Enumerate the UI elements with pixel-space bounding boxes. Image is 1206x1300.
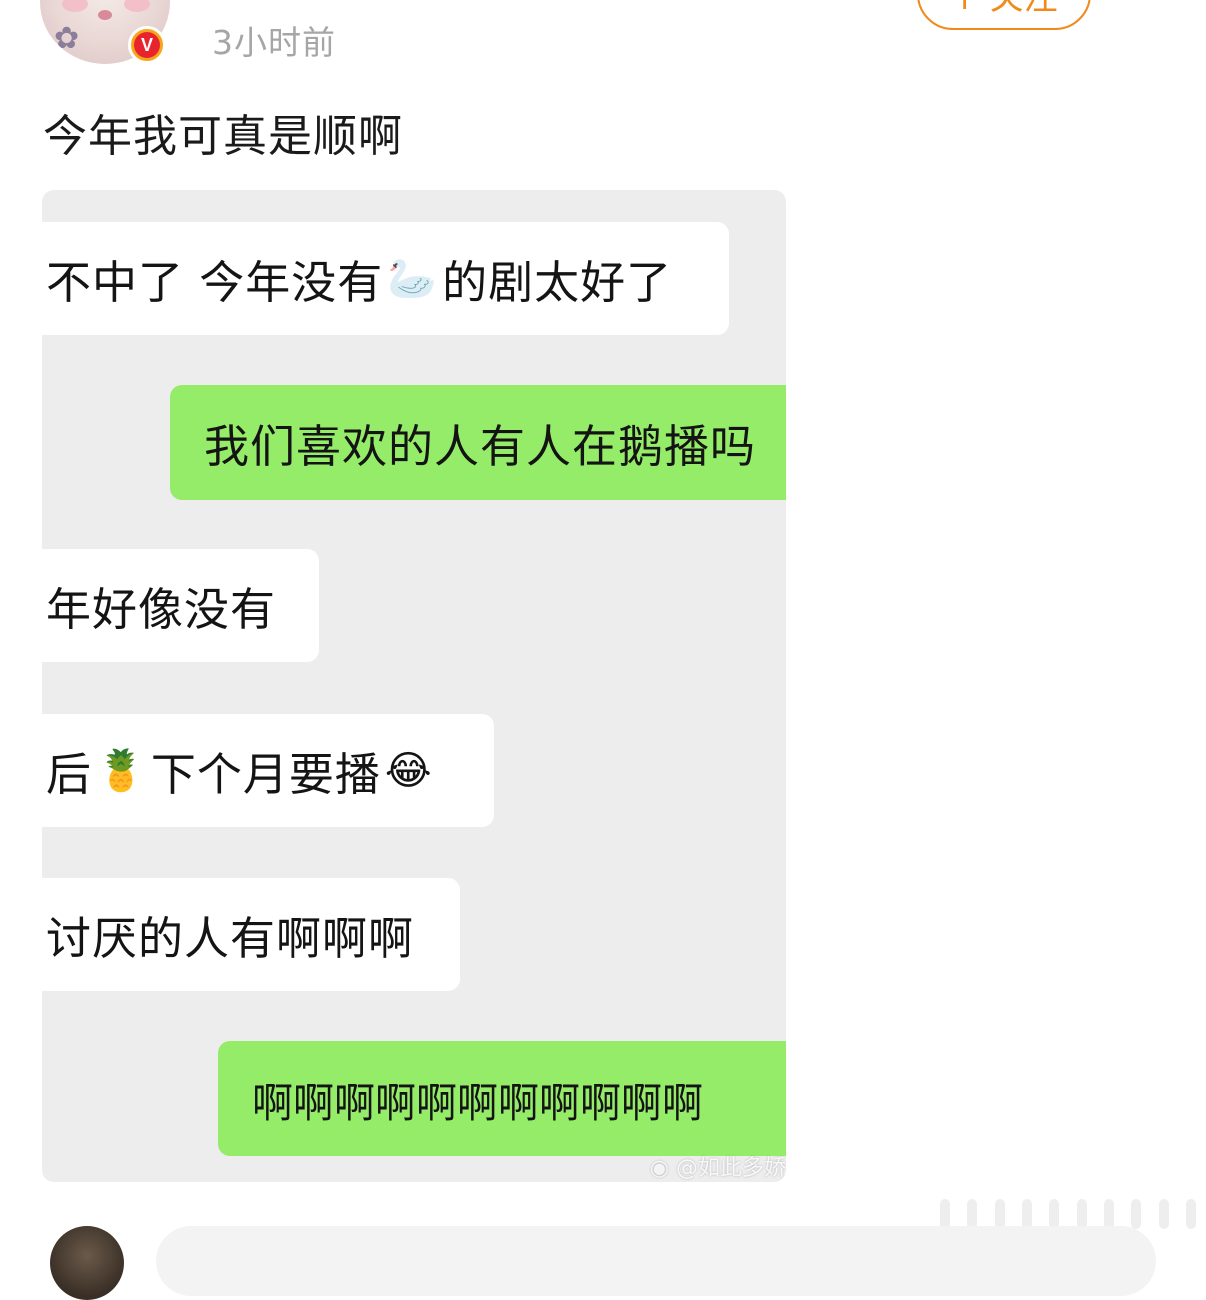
pager-dot	[940, 1199, 950, 1229]
message-text: 啊啊啊啊啊啊啊啊啊啊啊	[252, 1078, 703, 1127]
avatar-cheek-left	[62, 0, 88, 12]
message-text: 我们喜欢的人有人在鹅播吗	[204, 420, 757, 473]
comment-input-bar[interactable]	[156, 1226, 1156, 1296]
pager-dot	[1158, 1199, 1169, 1229]
message-text: 的剧太好了	[442, 256, 673, 309]
message-text: 不中了 今年没有	[46, 256, 384, 309]
message-text: 讨厌的人有啊啊啊	[46, 912, 415, 965]
chat-message-incoming: 讨厌的人有啊啊啊	[42, 878, 460, 991]
pineapple-emoji-icon: 🍍	[96, 747, 147, 794]
chat-message-outgoing: 啊啊啊啊啊啊啊啊啊啊啊	[218, 1041, 786, 1156]
image-watermark: ◉ @如此多娇	[650, 1150, 786, 1182]
chat-message-incoming: 年好像没有	[42, 549, 319, 662]
watermark-text: @如此多娇	[675, 1156, 786, 1181]
post-timestamp: 3小时前	[212, 23, 336, 62]
tears-of-joy-emoji-icon: 😂	[384, 747, 433, 794]
chat-message-incoming: 后 🍍 下个月要播 😂	[42, 714, 494, 827]
pager-dot	[1049, 1199, 1060, 1229]
avatar-nose	[98, 10, 112, 20]
weibo-logo-icon: ◉	[649, 1156, 669, 1181]
pager-dot	[1021, 1199, 1032, 1229]
swan-emoji-icon: 🦢	[387, 255, 439, 302]
chat-message-outgoing: 我们喜欢的人有人在鹅播吗	[170, 385, 786, 500]
commenter-avatar[interactable]	[50, 1226, 124, 1300]
pager-dot	[1076, 1199, 1087, 1229]
pager-dot	[994, 1199, 1005, 1229]
pager-dot	[1185, 1199, 1196, 1229]
post-text: 今年我可真是顺啊	[43, 111, 403, 162]
verified-badge-label: V	[134, 32, 160, 58]
message-text: 年好像没有	[46, 583, 277, 636]
follow-button[interactable]: + 关注	[917, 0, 1091, 30]
message-text: 后	[46, 748, 93, 801]
chat-message-incoming: 不中了 今年没有 🦢 的剧太好了	[42, 222, 729, 335]
verified-badge-icon: V	[128, 26, 166, 64]
pager-dot	[967, 1199, 978, 1229]
pager-dot	[1131, 1199, 1142, 1229]
avatar-cheek-right	[124, 0, 150, 12]
flower-icon: ✿	[54, 21, 80, 56]
pager-dot	[1103, 1199, 1114, 1229]
chat-screenshot-image[interactable]: 不中了 今年没有 🦢 的剧太好了 我们喜欢的人有人在鹅播吗 年好像没有 后 🍍 …	[42, 190, 786, 1182]
message-text: 下个月要播	[150, 748, 381, 801]
